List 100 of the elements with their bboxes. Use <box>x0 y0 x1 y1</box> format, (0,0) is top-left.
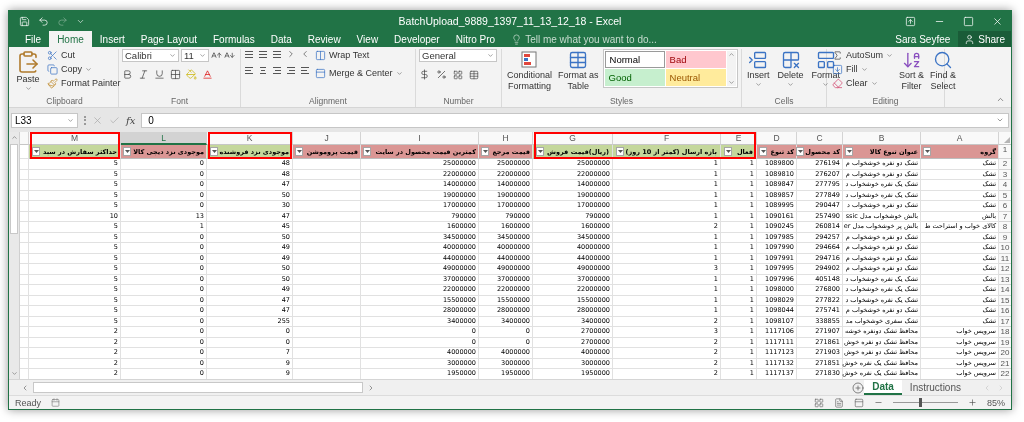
column-header[interactable]: B <box>843 132 921 145</box>
column-header[interactable]: D <box>757 132 797 145</box>
filter-button[interactable] <box>32 147 40 156</box>
insert-function-button[interactable]: fx <box>126 114 136 126</box>
filter-button[interactable] <box>210 147 218 156</box>
ribbon-tab[interactable]: Insert <box>91 31 133 47</box>
fill-color-icon[interactable] <box>186 69 197 80</box>
align-left-icon[interactable] <box>244 66 254 75</box>
zoom-thumb[interactable] <box>919 398 923 407</box>
ribbon-tab[interactable]: Nitro Pro <box>447 31 504 47</box>
column-header[interactable]: I <box>361 132 479 145</box>
ribbon-tab[interactable]: View <box>348 31 387 47</box>
middle-align-icon[interactable] <box>258 49 268 59</box>
tell-me-field[interactable]: Tell me what you want to do... <box>525 33 657 45</box>
increase-indent-icon[interactable] <box>300 66 310 75</box>
filter-button[interactable] <box>759 147 767 156</box>
italic-icon[interactable] <box>138 69 149 80</box>
scroll-left-icon[interactable] <box>21 383 29 392</box>
shrink-font-icon[interactable] <box>224 50 235 61</box>
font-color-icon[interactable] <box>202 69 213 80</box>
filter-button[interactable] <box>123 147 131 156</box>
close-icon[interactable] <box>992 15 1003 27</box>
maximize-icon[interactable] <box>963 15 974 27</box>
zoom-in-icon[interactable] <box>968 398 977 407</box>
cell-style[interactable]: Bad <box>665 51 726 68</box>
filter-button[interactable] <box>724 147 732 156</box>
cell-style[interactable]: Normal <box>604 51 665 68</box>
number-format-field[interactable]: General <box>419 49 497 62</box>
currency-icon[interactable] <box>419 69 430 80</box>
column-header[interactable]: A <box>921 132 999 145</box>
ribbon-tab[interactable]: Review <box>299 31 349 47</box>
ribbon-tab[interactable]: File <box>17 31 50 47</box>
sort-filter-button[interactable]: Sort & Filter <box>897 49 927 92</box>
column-header[interactable]: C <box>797 132 843 145</box>
text-direction-icon[interactable] <box>300 49 310 59</box>
filter-button[interactable] <box>363 147 371 156</box>
paste-button[interactable]: Paste <box>14 49 42 93</box>
scroll-up-icon[interactable] <box>727 51 735 58</box>
orientation-icon[interactable] <box>286 49 296 59</box>
add-sheet-icon[interactable] <box>852 381 865 394</box>
filter-button[interactable] <box>923 147 931 156</box>
grow-font-icon[interactable] <box>211 50 222 61</box>
name-box[interactable]: L33 <box>11 112 78 128</box>
top-align-icon[interactable] <box>244 49 254 59</box>
share-button[interactable]: Share <box>958 31 1011 47</box>
ribbon-tab[interactable]: Page Layout <box>132 31 205 47</box>
filter-button[interactable] <box>616 147 624 156</box>
bold-icon[interactable] <box>122 69 133 80</box>
save-icon[interactable] <box>19 15 30 27</box>
page-layout-view-icon[interactable] <box>834 397 844 408</box>
clear-button[interactable]: Clear <box>830 77 880 90</box>
ribbon-tab[interactable]: Developer <box>386 31 448 47</box>
percent-icon[interactable] <box>436 69 447 80</box>
decrease-indent-icon[interactable] <box>286 66 296 75</box>
filter-button[interactable] <box>796 147 805 156</box>
align-center-icon[interactable] <box>258 66 268 75</box>
filter-button[interactable] <box>845 147 853 156</box>
user-name[interactable]: Sara Seyfee <box>895 33 959 45</box>
align-right-icon[interactable] <box>272 66 282 75</box>
conditional-formatting-icon <box>519 50 540 70</box>
cell-style[interactable]: Good <box>604 69 665 86</box>
formula-field[interactable]: 0 <box>141 112 1009 128</box>
column-header[interactable]: H <box>479 132 533 145</box>
cells-button[interactable]: Insert <box>745 49 772 89</box>
sheet-tab[interactable]: Instructions <box>901 380 969 395</box>
format-as-table-button[interactable]: Format as Table <box>556 49 601 92</box>
horizontal-scrollbar[interactable] <box>33 382 363 393</box>
filter-button[interactable] <box>295 147 303 156</box>
filter-button[interactable] <box>481 147 489 156</box>
undo-icon[interactable] <box>38 15 49 27</box>
conditional-formatting-button[interactable]: Conditional Formatting <box>505 49 555 92</box>
normal-view-icon[interactable] <box>814 397 824 408</box>
cell-style[interactable]: Neutral <box>665 69 726 86</box>
copy-button[interactable]: Copy <box>45 63 94 76</box>
ribbon-options-icon[interactable] <box>905 15 916 27</box>
macro-icon[interactable] <box>51 398 60 407</box>
column-header[interactable]: J <box>293 132 361 145</box>
ribbon-tab[interactable]: Formulas <box>205 31 263 47</box>
empty-cell <box>293 190 361 201</box>
zoom-level[interactable]: 85% <box>987 397 1005 408</box>
sheet-tab[interactable]: Data <box>864 380 902 395</box>
ribbon-tab[interactable]: Home <box>49 31 92 47</box>
column-header[interactable]: L <box>121 132 207 145</box>
page-break-view-icon[interactable] <box>854 397 864 408</box>
bottom-align-icon[interactable] <box>272 49 282 59</box>
font-size-field[interactable]: 11 <box>181 49 209 62</box>
underline-icon[interactable] <box>154 69 165 80</box>
ribbon-tab[interactable]: Data <box>262 31 300 47</box>
cells-button[interactable]: Delete <box>775 49 806 89</box>
merge-center-button[interactable]: Merge & Center <box>313 67 405 80</box>
format-painter-button[interactable]: Format Painter <box>45 77 123 90</box>
cut-button[interactable]: Cut <box>45 49 77 62</box>
scroll-right-icon[interactable] <box>367 383 375 392</box>
borders-icon[interactable] <box>170 69 181 80</box>
collapse-ribbon-icon[interactable] <box>996 95 1005 104</box>
row-number: 18 <box>999 327 1011 338</box>
wrap-text-button[interactable]: Wrap Text <box>313 49 372 62</box>
font-name-field[interactable]: Calibri <box>122 49 179 62</box>
filter-button[interactable] <box>536 147 544 156</box>
find-select-button[interactable]: Find & Select <box>928 49 959 92</box>
